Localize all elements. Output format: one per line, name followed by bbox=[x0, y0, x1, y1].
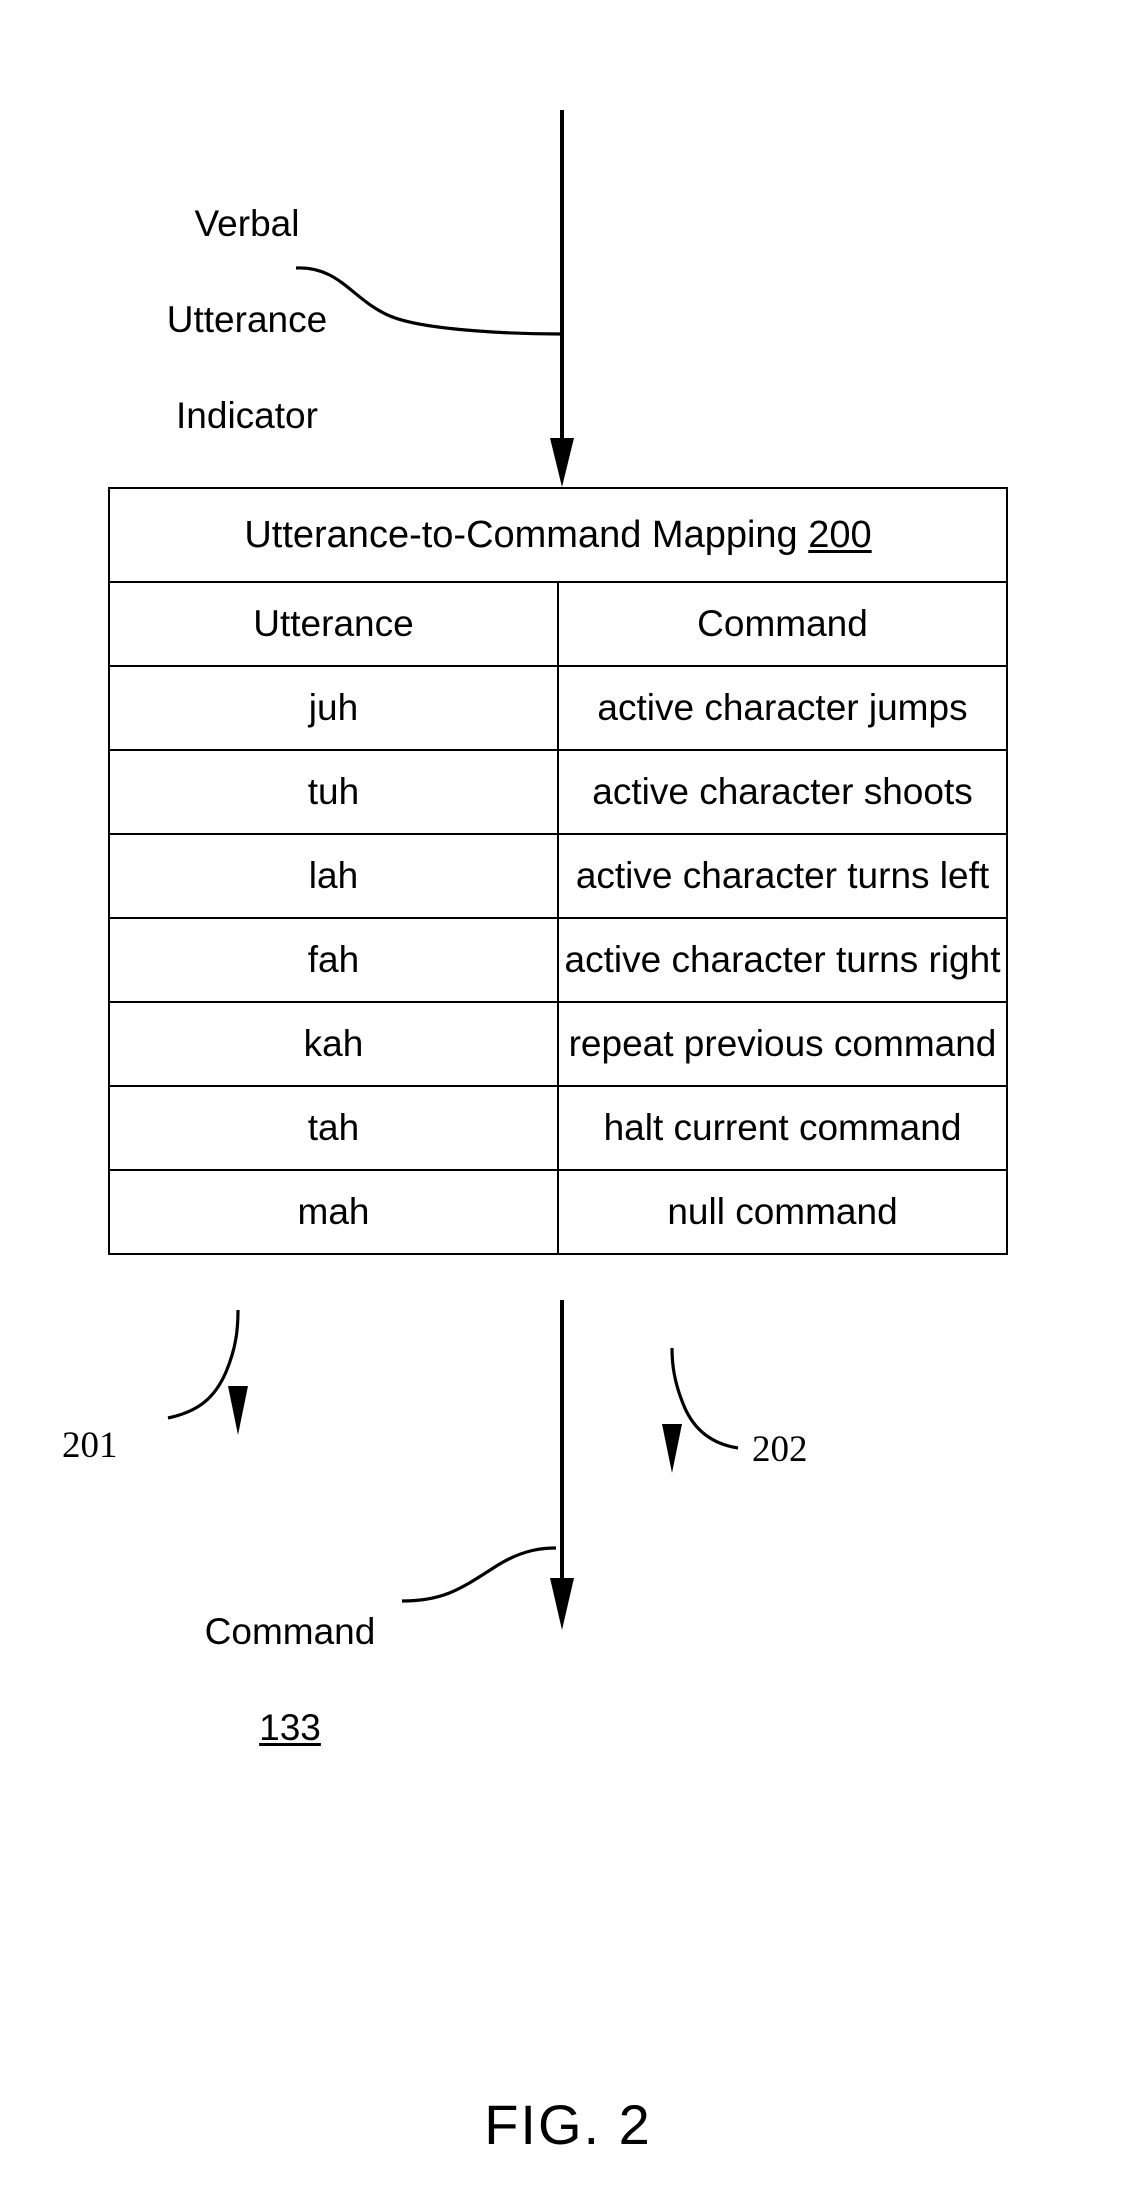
command-output-line-1: Command bbox=[204, 1611, 376, 1653]
reference-numeral-202: 202 bbox=[752, 1429, 808, 1470]
cell-command: active character shoots bbox=[557, 749, 1006, 835]
cell-command: active character turns left bbox=[557, 833, 1006, 919]
cell-command: active character turns right bbox=[557, 917, 1006, 1003]
ref-201-leader-line bbox=[167, 1309, 240, 1420]
verbal-utterance-line-2: Utterance bbox=[166, 299, 328, 341]
cell-utterance: kah bbox=[110, 1001, 559, 1087]
ref-202-arrowhead-icon bbox=[662, 1424, 682, 1473]
ref-201-arrowhead-icon bbox=[228, 1386, 248, 1435]
table-title-text: Utterance-to-Command Mapping bbox=[244, 513, 809, 556]
figure-caption: FIG. 2 bbox=[484, 2093, 652, 2156]
output-arrowhead-icon bbox=[550, 1578, 574, 1630]
reference-numeral-201: 201 bbox=[62, 1425, 118, 1466]
cell-utterance: juh bbox=[110, 665, 559, 751]
table-title-cell: Utterance-to-Command Mapping 200 bbox=[110, 489, 1006, 583]
table-row: tuh active character shoots bbox=[110, 749, 1006, 835]
table-row: fah active character turns right bbox=[110, 917, 1006, 1003]
table-row: kah repeat previous command bbox=[110, 1001, 1006, 1087]
input-arrowhead-icon bbox=[550, 438, 574, 487]
cell-utterance: fah bbox=[110, 917, 559, 1003]
cell-utterance: tuh bbox=[110, 749, 559, 835]
column-header-command: Command bbox=[557, 581, 1006, 667]
cell-utterance: lah bbox=[110, 833, 559, 919]
table-title-ref-number: 200 bbox=[808, 513, 872, 556]
cell-utterance: tah bbox=[110, 1085, 559, 1171]
table-header-row: Utterance Command bbox=[110, 581, 1006, 667]
cell-command: halt current command bbox=[557, 1085, 1006, 1171]
command-output-label: Command 133 bbox=[140, 1560, 440, 1800]
verbal-utterance-line-1: Verbal bbox=[194, 203, 300, 245]
command-output-ref-number: 133 bbox=[259, 1707, 321, 1749]
ref-202-leader-line bbox=[670, 1347, 739, 1450]
verbal-utterance-line-3: Indicator bbox=[176, 395, 318, 437]
table-row: mah null command bbox=[110, 1169, 1006, 1253]
cell-command: repeat previous command bbox=[557, 1001, 1006, 1087]
table-row: juh active character jumps bbox=[110, 665, 1006, 751]
table-row: lah active character turns left bbox=[110, 833, 1006, 919]
table-row: tah halt current command bbox=[110, 1085, 1006, 1171]
cell-command: active character jumps bbox=[557, 665, 1006, 751]
cell-command: null command bbox=[557, 1169, 1006, 1253]
column-header-utterance: Utterance bbox=[110, 581, 559, 667]
patent-figure: Verbal Utterance Indicator 132 Utterance… bbox=[0, 0, 1136, 2197]
cell-utterance: mah bbox=[110, 1169, 559, 1253]
utterance-to-command-mapping-table: Utterance-to-Command Mapping 200 Utteran… bbox=[108, 487, 1008, 1255]
table-title-row: Utterance-to-Command Mapping 200 bbox=[110, 489, 1006, 583]
